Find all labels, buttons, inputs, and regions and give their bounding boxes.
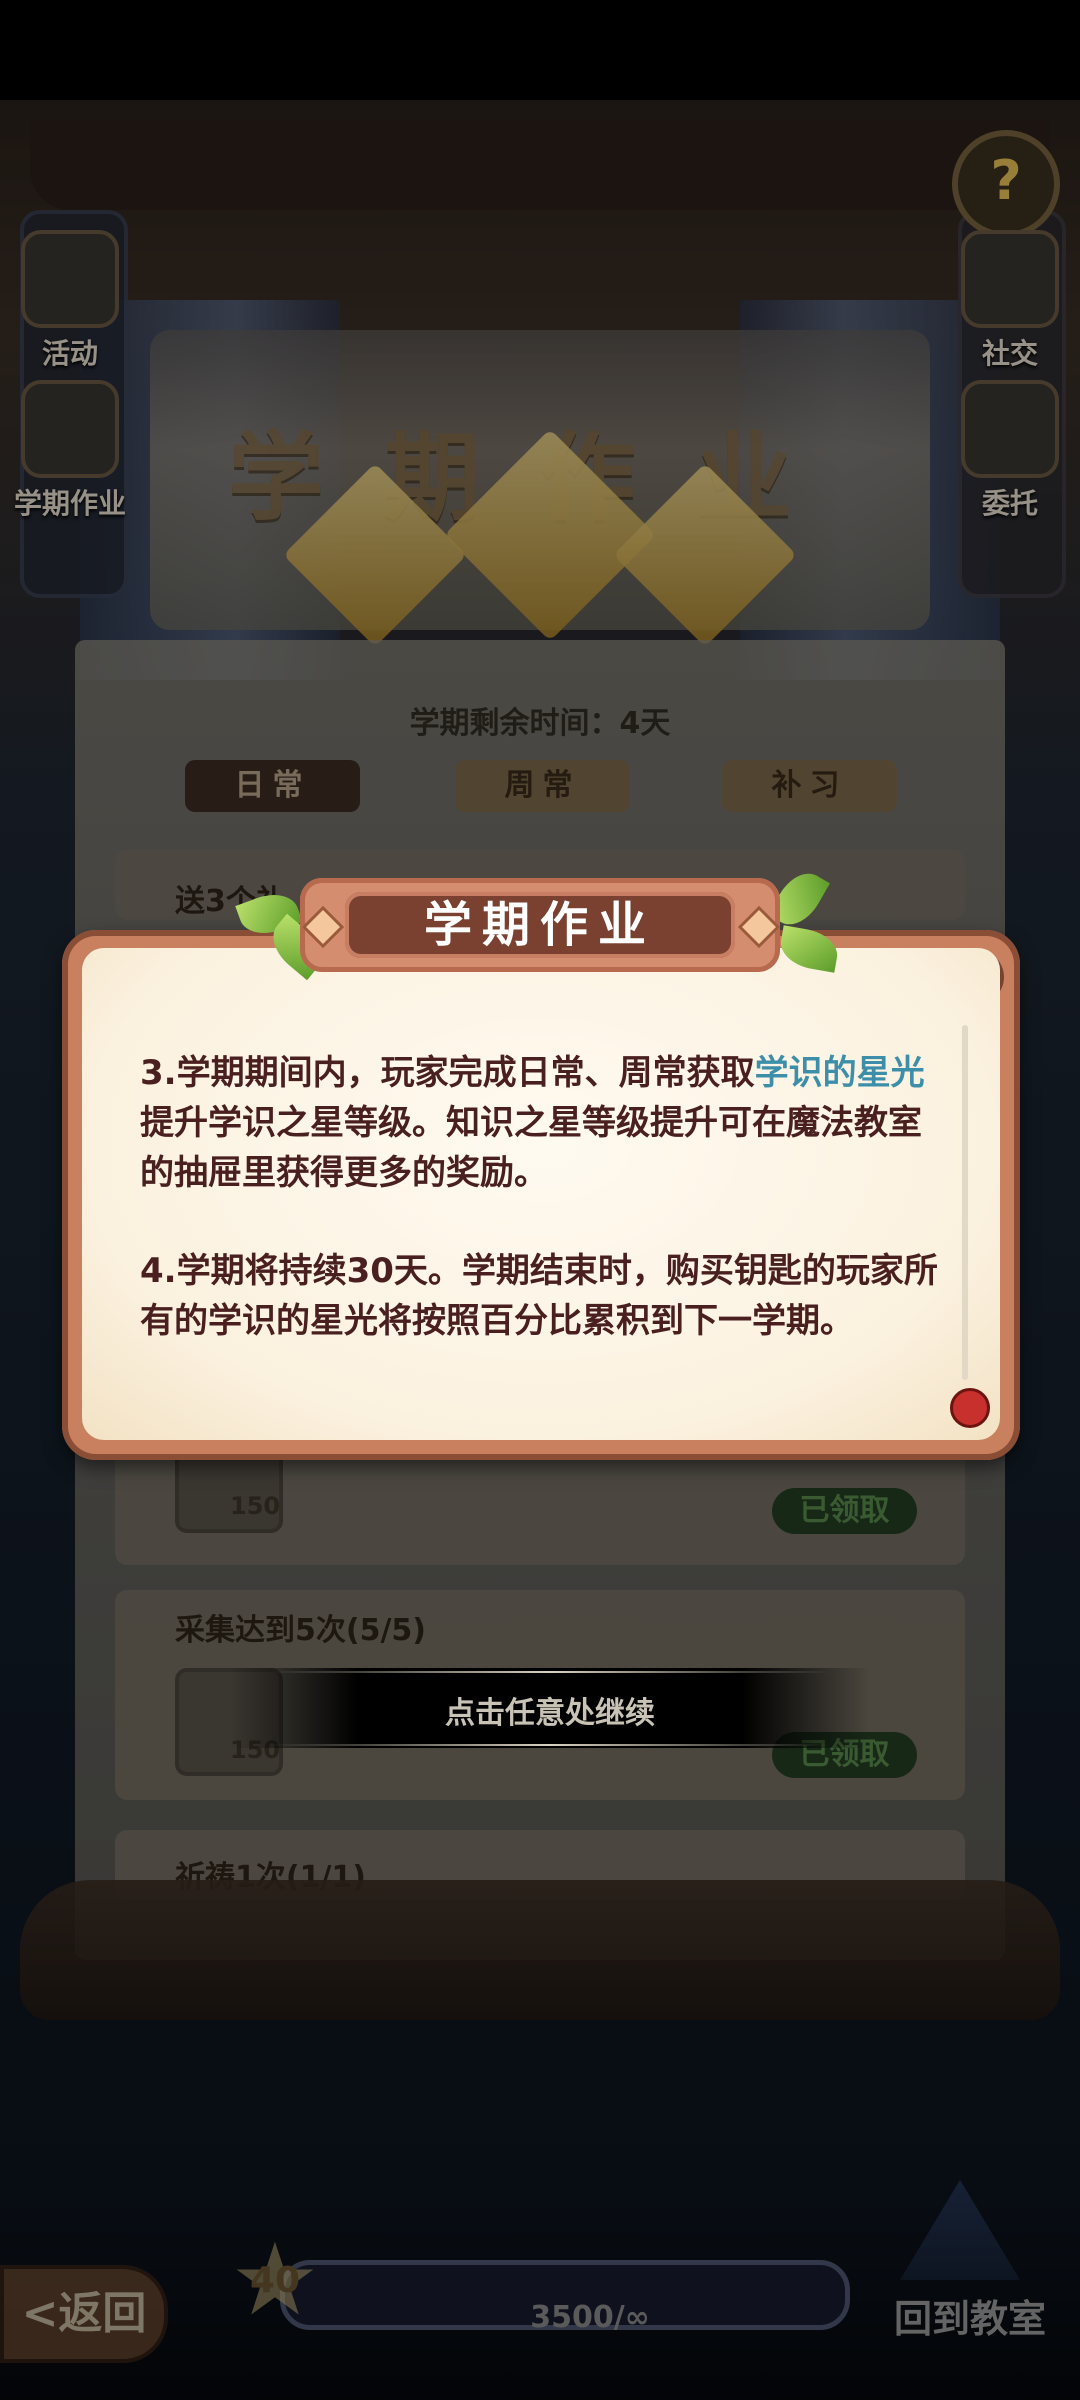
rule-text: 提升学识之星等级。知识之星等级提升可在魔法教室的抽屉里获得更多的奖励。 xyxy=(140,1103,922,1193)
dialog-scrollbar[interactable] xyxy=(962,1025,968,1380)
strip-line-top xyxy=(270,1671,830,1673)
tap-to-continue-hint[interactable]: 点击任意处继续 xyxy=(230,1688,870,1732)
rule-text: 3.学期期间内，玩家完成日常、周常获取 xyxy=(140,1053,755,1093)
ladybug-scroll-thumb-icon[interactable] xyxy=(950,1388,990,1428)
starlight-highlight: 学识的星光 xyxy=(754,1053,925,1093)
strip-line-bottom xyxy=(270,1744,830,1746)
rule-paragraph-3: 3.学期期间内，玩家完成日常、周常获取学识的星光提升学识之星等级。知识之星等级提… xyxy=(140,1048,940,1198)
dialog-text: 3.学期期间内，玩家完成日常、周常获取学识的星光提升学识之星等级。知识之星等级提… xyxy=(140,1048,940,1394)
dialog-title: 学期作业 xyxy=(345,892,735,958)
rule-paragraph-4: 4.学期将持续30天。学期结束时，购买钥匙的玩家所有的学识的星光将按照百分比累积… xyxy=(140,1251,938,1341)
